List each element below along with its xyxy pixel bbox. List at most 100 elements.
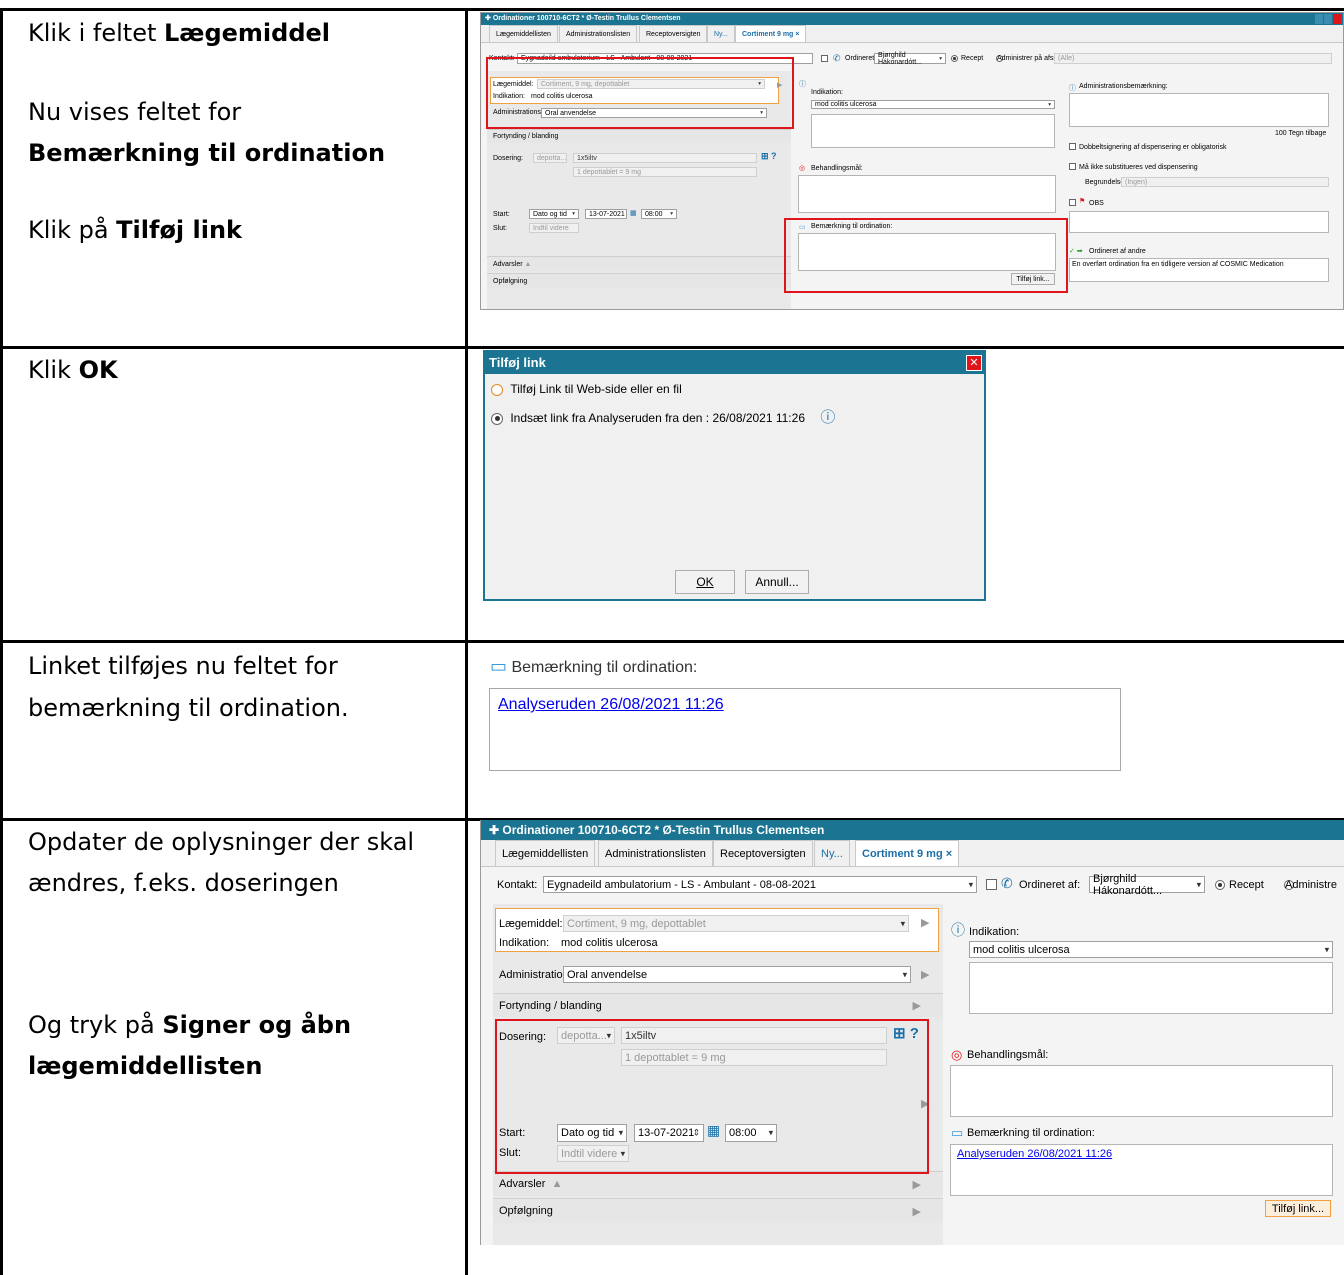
tab-cortiment[interactable]: Cortiment 9 mg × [735, 25, 807, 42]
adminvej-select[interactable]: Oral anvendelse ▾ [563, 966, 911, 983]
bemaerkning-snippet-box[interactable]: Analyseruden 26/08/2021 11:26 [489, 688, 1121, 771]
dobbelt-label: Dobbeltsignering af dispensering er obli… [1079, 144, 1227, 151]
bemaerkning-text[interactable]: Analyseruden 26/08/2021 11:26 [950, 1144, 1333, 1196]
indikation-text[interactable] [811, 114, 1055, 148]
calendar-icon[interactable]: ▦ [630, 209, 637, 217]
recept-radio[interactable] [951, 55, 958, 62]
afsnit-select[interactable]: (Alle) [1054, 53, 1332, 64]
tab-administrationslisten[interactable]: Administrationslisten [559, 25, 638, 42]
instruction-line: Og tryk på Signer og åbn [28, 1011, 352, 1039]
instruction-line: Bemærkning til ordination [28, 139, 386, 167]
tab-receptoversigten[interactable]: Receptoversigten [639, 25, 708, 42]
laegemiddel-label: Lægemiddel: [499, 918, 563, 930]
expand-arrow-icon[interactable]: ▶ [921, 916, 929, 929]
advarsler-section[interactable]: Advarsler ▲ [487, 256, 791, 271]
behandlingsmaal-text[interactable] [798, 175, 1056, 213]
bemaerkning-label: Bemærkning til ordination: [967, 1127, 1095, 1139]
close-icon[interactable] [1333, 14, 1341, 24]
instruction-line: Klik i feltet Lægemiddel [28, 19, 330, 47]
option-web-link[interactable]: Tilføj Link til Web-side eller en fil [491, 382, 682, 396]
behandlingsmaal-text[interactable] [950, 1065, 1333, 1117]
substitution-checkbox[interactable] [1069, 163, 1076, 170]
start-time-select[interactable]: 08:00 ▾ [641, 209, 677, 219]
recept-label: Recept [961, 55, 984, 62]
slut-select[interactable]: Indtil videre [529, 223, 579, 233]
phone-icon: ✆ [1001, 875, 1013, 891]
fortynding-section[interactable]: Fortynding / blanding [487, 129, 791, 143]
ok-button[interactable]: OK [675, 570, 735, 594]
ordineret-select[interactable]: Bjørghild Hákonardótt... ▾ [874, 52, 946, 66]
analyseruden-link[interactable]: Analyseruden 26/08/2021 11:26 [957, 1148, 1112, 1160]
administrer-label: Administre [1285, 879, 1337, 891]
tab-cortiment[interactable]: Cortiment 9 mg × [855, 840, 960, 866]
indikation-select[interactable]: mod colitis ulcerosa ▾ [969, 941, 1333, 958]
column-divider [465, 8, 468, 1275]
web-link-radio[interactable] [491, 383, 503, 396]
ordination-window-small: ✚ Ordinationer 100710-6CT2 * Ø-Testin Tr… [480, 12, 1344, 310]
highlight-laegemiddel [486, 57, 794, 129]
window-controls[interactable] [1315, 14, 1341, 24]
begrundelse-select[interactable]: (Ingen) [1121, 177, 1329, 187]
opfolgning-section[interactable]: Opfølgning [487, 273, 791, 288]
behandlingsmaal-label: Behandlingsmål: [967, 1049, 1049, 1061]
start-mode-select[interactable]: Dato og tid ▾ [529, 209, 579, 219]
analyseruden-link[interactable]: Analyseruden 26/08/2021 11:26 [498, 696, 724, 714]
help-icon[interactable]: ⊞ ? [761, 151, 777, 162]
substitution-label: Må ikke substitueres ved dispensering [1079, 164, 1198, 171]
tab-laegemiddellisten[interactable]: Lægemiddellisten [489, 25, 558, 42]
tab-laegemiddellisten[interactable]: Lægemiddellisten [495, 840, 596, 866]
option-analyseruden[interactable]: Indsæt link fra Analyseruden fra den : 2… [491, 406, 835, 427]
obs-text[interactable] [1069, 211, 1329, 233]
dosering-type-select[interactable]: depotta... [533, 153, 567, 163]
ordineret-checkbox[interactable] [821, 55, 828, 62]
tab-bar: Lægemiddellisten Administrationslisten R… [481, 840, 1344, 867]
instruction-line: Linket tilføjes nu feltet for [28, 652, 338, 680]
ordineret-checkbox[interactable] [986, 879, 997, 890]
admin-bem-text[interactable] [1069, 93, 1329, 127]
fortynding-section[interactable]: Fortynding / blanding ▶ [493, 993, 943, 1017]
highlight-dosering [495, 1019, 929, 1174]
analyseruden-radio[interactable] [491, 412, 503, 425]
instruction-line: lægemiddellisten [28, 1052, 263, 1080]
indikation-text[interactable] [969, 962, 1333, 1014]
row-divider [0, 346, 1344, 349]
opfolgning-section[interactable]: Opfølgning ▶ [493, 1198, 943, 1223]
obs-label: OBS [1089, 200, 1104, 207]
minimize-icon[interactable] [1315, 14, 1323, 24]
flag-icon: ⚑ [1079, 198, 1086, 205]
table-border-top [0, 8, 1344, 11]
dosering-calc: 1 depottablet = 9 mg [573, 167, 757, 177]
indikation-heading: Indikation: [969, 926, 1020, 938]
tab-ny[interactable]: Ny... [814, 840, 850, 866]
expand-arrow-icon[interactable]: ▶ [921, 968, 929, 981]
instruction-line: bemærkning til ordination. [28, 694, 349, 722]
ordineret-select[interactable]: Bjørghild Hákonardótt... ▾ [1089, 873, 1205, 897]
phone-icon: ✆ [833, 53, 841, 63]
obs-checkbox[interactable] [1069, 199, 1076, 206]
laegemiddel-field[interactable]: Cortiment, 9 mg, depottablet ▾ [563, 915, 909, 932]
dobbelt-checkbox[interactable] [1069, 143, 1076, 150]
indikation-select[interactable]: mod colitis ulcerosa ▾ [811, 100, 1055, 109]
info-icon[interactable]: ⓘ [820, 409, 835, 426]
recept-radio[interactable] [1215, 880, 1225, 891]
web-link-label: Tilføj Link til Web-side eller en fil [510, 382, 682, 396]
tab-administrationslisten[interactable]: Administrationslisten [598, 840, 713, 866]
bemaerkning-snippet-label: ▭ Bemærkning til ordination: [490, 656, 698, 676]
highlight-bemaerkning [784, 218, 1068, 293]
kontakt-select[interactable]: Eygnadeild ambulatorium - LS - Ambulant … [543, 876, 977, 893]
tab-ny[interactable]: Ny... [707, 25, 735, 42]
analyseruden-label: Indsæt link fra Analyseruden fra den : 2… [510, 411, 805, 425]
advarsler-section[interactable]: Advarsler ▲ ▶ [493, 1171, 943, 1196]
close-icon[interactable]: ✕ [966, 355, 982, 371]
cancel-button[interactable]: Annull... [745, 570, 809, 594]
instruction-line: ændres, f.eks. doseringen [28, 869, 339, 897]
tilfoj-link-button[interactable]: Tilføj link... [1265, 1200, 1331, 1217]
indikation-heading: Indikation: [811, 89, 843, 96]
start-date-field[interactable]: 13-07-2021 [585, 209, 627, 219]
maximize-icon[interactable] [1324, 14, 1332, 24]
dosering-field[interactable]: 1x5iltv [573, 153, 757, 163]
tab-receptoversigten[interactable]: Receptoversigten [713, 840, 813, 866]
kontakt-label: Kontakt: [497, 879, 538, 891]
instruction-line: Klik OK [28, 356, 118, 384]
dialog-title: Tilføj link [485, 352, 984, 374]
